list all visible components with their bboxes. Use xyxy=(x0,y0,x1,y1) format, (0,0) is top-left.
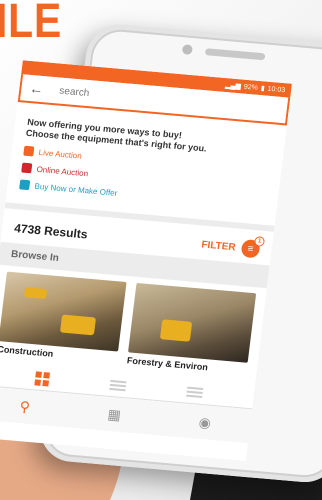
battery-level: 92% xyxy=(243,83,259,92)
grid-view-icon[interactable] xyxy=(33,371,50,387)
loader-graphic xyxy=(59,314,97,336)
category-card-construction[interactable]: Construction xyxy=(0,271,127,365)
speaker-grille xyxy=(204,48,266,61)
option-label: Online Auction xyxy=(36,164,89,178)
forestry-machine-graphic xyxy=(159,319,193,342)
tag-icon xyxy=(19,179,31,191)
excavator-graphic xyxy=(23,287,48,300)
filter-count-badge: 1 xyxy=(253,236,266,247)
forestry-image xyxy=(128,282,257,363)
results-count: 4738 Results xyxy=(13,221,89,242)
watchlist-eye-icon[interactable]: ◉ xyxy=(198,413,212,431)
category-card-forestry[interactable]: Forestry & Environ xyxy=(126,282,257,376)
filter-icon: ≡ 1 xyxy=(240,236,266,259)
clock: 10:03 xyxy=(267,85,286,94)
signal-icon: ▂▄▆ xyxy=(224,82,242,91)
brand-logo-text: ILE xyxy=(0,0,63,48)
filter-label: FILTER xyxy=(200,238,237,253)
filter-button[interactable]: FILTER ≡ 1 xyxy=(200,235,266,259)
construction-image xyxy=(0,271,127,352)
search-input[interactable]: search xyxy=(59,85,90,99)
gavel-icon xyxy=(23,145,35,157)
camera-icon xyxy=(181,44,193,55)
option-label: Buy Now or Make Offer xyxy=(34,181,118,198)
app-screen: ▂▄▆ 92% ▮ 10:03 ← search Now offering yo… xyxy=(0,60,292,461)
phone-device: ▂▄▆ 92% ▮ 10:03 ← search Now offering yo… xyxy=(0,22,322,485)
back-arrow-icon[interactable]: ← xyxy=(29,80,45,97)
auction-icon[interactable]: ▦ xyxy=(107,405,122,423)
compact-view-icon[interactable] xyxy=(186,385,204,400)
list-view-icon[interactable] xyxy=(109,378,127,393)
battery-icon: ▮ xyxy=(260,85,266,93)
option-label: Live Auction xyxy=(38,147,83,161)
online-auction-icon xyxy=(21,162,33,174)
search-icon[interactable]: ⚲ xyxy=(19,398,31,416)
